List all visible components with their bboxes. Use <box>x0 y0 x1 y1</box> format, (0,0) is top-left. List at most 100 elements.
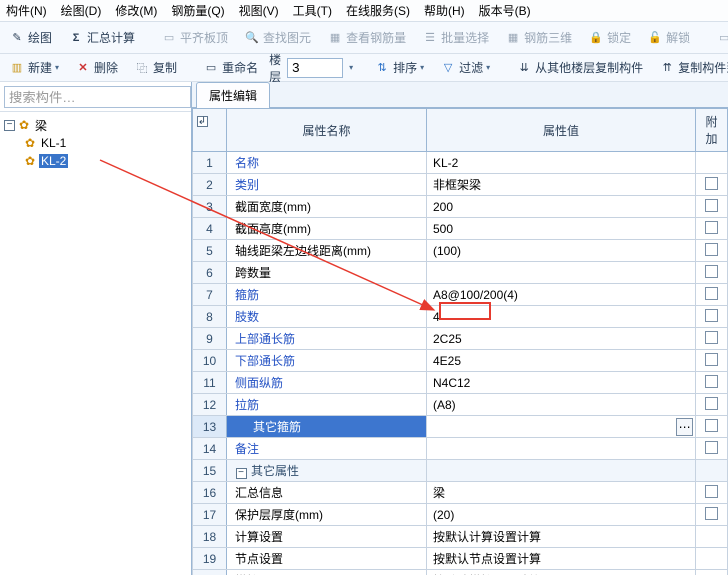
table-row[interactable]: 7箍筋A8@100/200(4) <box>193 284 728 306</box>
attach-cell[interactable] <box>696 416 728 438</box>
attach-cell[interactable] <box>696 504 728 526</box>
value-input[interactable] <box>433 417 676 437</box>
col-head-name[interactable]: 属性名称 <box>227 109 427 152</box>
menu-online[interactable]: 在线服务(S) <box>346 2 410 19</box>
property-value[interactable]: 非框架梁 <box>427 174 696 196</box>
chevron-down-icon[interactable]: ▾ <box>349 63 353 72</box>
table-row[interactable]: 10下部通长筋4E25 <box>193 350 728 372</box>
attach-cell[interactable] <box>696 570 728 575</box>
menu-version[interactable]: 版本号(B) <box>479 2 531 19</box>
table-row[interactable]: 15−其它属性 <box>193 460 728 482</box>
row-number[interactable]: 13 <box>193 416 227 438</box>
attach-cell[interactable] <box>696 218 728 240</box>
property-name[interactable]: 类别 <box>227 174 427 196</box>
attach-cell[interactable] <box>696 394 728 416</box>
table-row[interactable]: 5轴线距梁左边线距离(mm)(100) <box>193 240 728 262</box>
property-value[interactable]: 500 <box>427 218 696 240</box>
table-row[interactable]: 13其它箍筋⋯ <box>193 416 728 438</box>
property-value[interactable]: 按默认节点设置计算 <box>427 548 696 570</box>
checkbox[interactable] <box>705 309 718 322</box>
property-value[interactable]: (A8) <box>427 394 696 416</box>
row-number[interactable]: 9 <box>193 328 227 350</box>
table-row[interactable]: 4截面高度(mm)500 <box>193 218 728 240</box>
row-number[interactable]: 5 <box>193 240 227 262</box>
tree-node-kl1[interactable]: ✿ KL-1 <box>2 134 189 152</box>
table-row[interactable]: 6跨数量 <box>193 262 728 284</box>
col-head-value[interactable]: 属性值 <box>427 109 696 152</box>
checkbox[interactable] <box>705 353 718 366</box>
flat-button[interactable]: ▭ 平齐板顶 <box>156 26 233 49</box>
twod-button[interactable]: ▭ 二维 ▾ <box>711 26 728 49</box>
attach-cell[interactable] <box>696 460 728 482</box>
col-head-att[interactable]: 附加 <box>696 109 728 152</box>
table-row[interactable]: 19节点设置按默认节点设置计算 <box>193 548 728 570</box>
steel3d-button[interactable]: ▦ 钢筋三维 <box>500 26 577 49</box>
property-name[interactable]: 拉筋 <box>227 394 427 416</box>
property-name[interactable]: 上部通长筋 <box>227 328 427 350</box>
property-name[interactable]: 保护层厚度(mm) <box>227 504 427 526</box>
checkbox[interactable] <box>705 485 718 498</box>
property-value[interactable]: KL-2 <box>427 152 696 174</box>
property-name[interactable]: 跨数量 <box>227 262 427 284</box>
row-number[interactable]: 15 <box>193 460 227 482</box>
checkbox[interactable] <box>705 177 718 190</box>
property-value[interactable] <box>427 438 696 460</box>
checkbox[interactable] <box>705 397 718 410</box>
property-value[interactable]: A8@100/200(4) <box>427 284 696 306</box>
attach-cell[interactable] <box>696 262 728 284</box>
property-name[interactable]: 汇总信息 <box>227 482 427 504</box>
row-number[interactable]: 19 <box>193 548 227 570</box>
property-name[interactable]: 计算设置 <box>227 526 427 548</box>
search-input[interactable] <box>4 86 191 108</box>
property-name[interactable]: 箍筋 <box>227 284 427 306</box>
component-tree[interactable]: − ✿ 梁 ✿ KL-1 ✿ KL-2 <box>0 112 191 575</box>
attach-cell[interactable] <box>696 152 728 174</box>
attach-cell[interactable] <box>696 372 728 394</box>
row-number[interactable]: 12 <box>193 394 227 416</box>
menu-draw[interactable]: 绘图(D) <box>61 2 102 19</box>
tab-property-edit[interactable]: 属性编辑 <box>196 82 270 108</box>
menu-component[interactable]: 构件(N) <box>6 2 47 19</box>
property-name[interactable]: 截面宽度(mm) <box>227 196 427 218</box>
table-row[interactable]: 1名称KL-2 <box>193 152 728 174</box>
checkbox[interactable] <box>705 265 718 278</box>
row-number[interactable]: 14 <box>193 438 227 460</box>
property-value[interactable]: (20) <box>427 504 696 526</box>
row-number[interactable]: 17 <box>193 504 227 526</box>
draw-button[interactable]: ✎ 绘图 <box>4 26 57 49</box>
copyto-button[interactable]: ⇈ 复制构件到其他楼层 <box>654 56 728 79</box>
property-value[interactable]: 4 <box>427 306 696 328</box>
property-name[interactable]: 节点设置 <box>227 548 427 570</box>
property-name[interactable]: −其它属性 <box>227 460 427 482</box>
collapse-icon[interactable]: ↲ <box>196 116 208 127</box>
attach-cell[interactable] <box>696 548 728 570</box>
find-button[interactable]: 🔍 查找图元 <box>239 26 316 49</box>
attach-cell[interactable] <box>696 350 728 372</box>
row-number[interactable]: 3 <box>193 196 227 218</box>
table-row[interactable]: 14备注 <box>193 438 728 460</box>
copy-button[interactable]: ⿻ 复制 <box>129 56 182 79</box>
property-name[interactable]: 截面高度(mm) <box>227 218 427 240</box>
table-row[interactable]: 17保护层厚度(mm)(20) <box>193 504 728 526</box>
sort-button[interactable]: ⇅ 排序 ▾ <box>369 56 429 79</box>
tree-root-beam[interactable]: − ✿ 梁 <box>2 116 189 134</box>
checkbox[interactable] <box>705 199 718 212</box>
ellipsis-button[interactable]: ⋯ <box>676 418 693 436</box>
property-value[interactable] <box>427 262 696 284</box>
table-row[interactable]: 20搭接设置按默认搭接设置计算 <box>193 570 728 575</box>
lock-button[interactable]: 🔒 锁定 <box>583 26 636 49</box>
property-value[interactable]: 按默认计算设置计算 <box>427 526 696 548</box>
row-number[interactable]: 8 <box>193 306 227 328</box>
property-name[interactable]: 肢数 <box>227 306 427 328</box>
property-value[interactable]: 按默认搭接设置计算 <box>427 570 696 575</box>
table-row[interactable]: 12拉筋(A8) <box>193 394 728 416</box>
property-name[interactable]: 搭接设置 <box>227 570 427 575</box>
property-value[interactable]: 2C25 <box>427 328 696 350</box>
property-name[interactable]: 下部通长筋 <box>227 350 427 372</box>
table-row[interactable]: 16汇总信息梁 <box>193 482 728 504</box>
attach-cell[interactable] <box>696 240 728 262</box>
checkbox[interactable] <box>705 243 718 256</box>
checkbox[interactable] <box>705 507 718 520</box>
checkbox[interactable] <box>705 221 718 234</box>
row-number[interactable]: 2 <box>193 174 227 196</box>
